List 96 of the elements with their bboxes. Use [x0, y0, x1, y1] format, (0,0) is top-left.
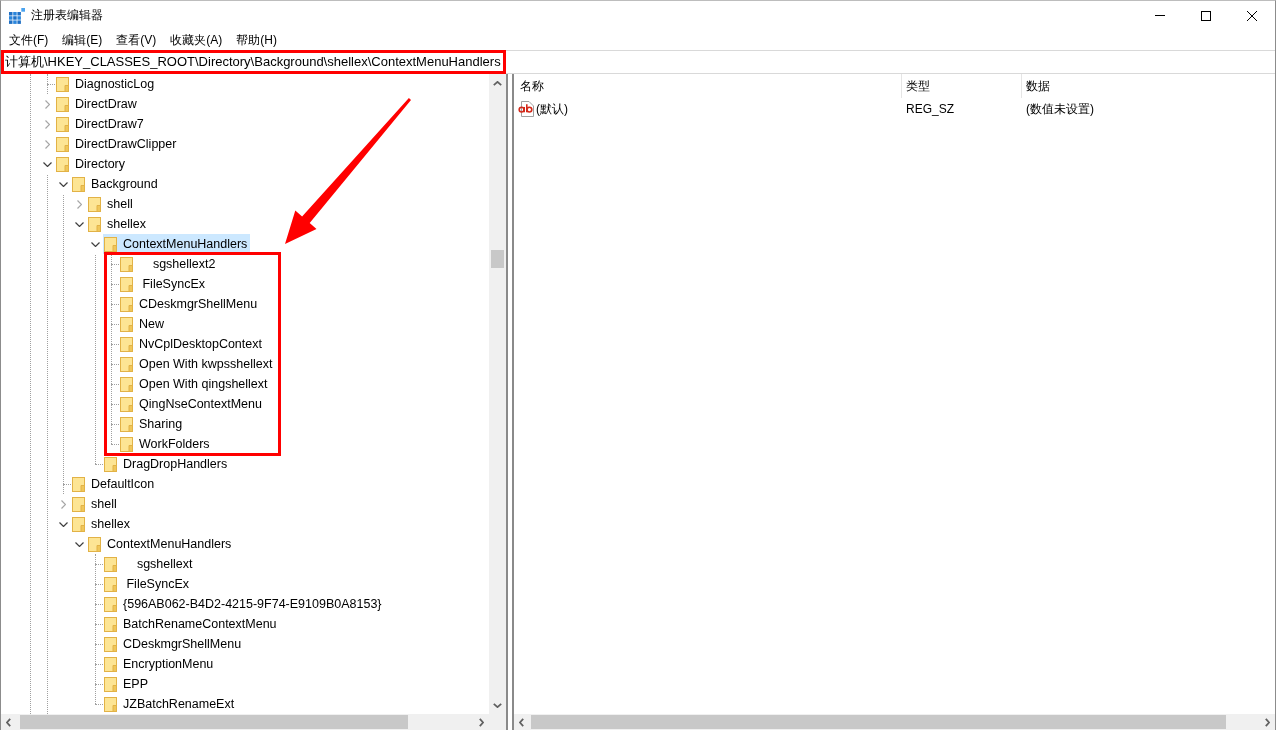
tree-item[interactable]: {596AB062-B4D2-4215-9F74-E9109B0A8153}	[103, 594, 385, 614]
folder-icon	[120, 296, 133, 312]
tree-item[interactable]: FileSyncEx	[103, 574, 192, 594]
menu-item[interactable]: 查看(V)	[109, 30, 164, 50]
chevron-down-icon[interactable]	[58, 181, 68, 187]
menu-item[interactable]: 帮助(H)	[229, 30, 284, 50]
tree-item[interactable]: shell	[87, 194, 136, 214]
folder-icon	[120, 416, 133, 432]
app-icon	[9, 7, 25, 24]
tree-item[interactable]: DirectDraw	[55, 94, 140, 114]
close-icon	[1247, 10, 1257, 21]
tree-item[interactable]: Open With kwpsshellext	[119, 354, 276, 374]
folder-icon	[88, 196, 101, 212]
tree-item[interactable]: ContextMenuHandlers	[87, 534, 235, 554]
folder-icon	[56, 116, 69, 132]
tree-item[interactable]: WorkFolders	[119, 434, 213, 454]
folder-icon	[104, 656, 117, 672]
tree-item[interactable]: Directory	[55, 154, 128, 174]
folder-icon	[104, 576, 117, 592]
chevron-left-icon[interactable]	[6, 717, 11, 727]
folder-icon	[120, 336, 133, 352]
horizontal-scrollbar[interactable]	[1, 714, 489, 730]
folder-icon	[120, 376, 133, 392]
folder-icon	[72, 176, 85, 192]
tree-item[interactable]: Background	[71, 174, 161, 194]
table-cell-text: (数值未设置)	[1025, 101, 1094, 117]
folder-icon	[72, 496, 85, 512]
tree-item[interactable]: shellex	[87, 214, 149, 234]
vertical-scrollbar[interactable]	[489, 74, 506, 730]
folder-icon	[120, 256, 133, 272]
folder-icon	[104, 596, 117, 612]
scrollbar-thumb[interactable]	[491, 250, 504, 268]
scrollbar-thumb[interactable]	[20, 715, 408, 729]
tree-item[interactable]: DragDropHandlers	[103, 454, 231, 474]
tree-item[interactable]: JZBatchRenameExt	[103, 694, 238, 714]
folder-icon	[88, 216, 101, 232]
tree-item[interactable]: shell	[71, 494, 120, 514]
tree-item[interactable]: EncryptionMenu	[103, 654, 217, 674]
chevron-up-icon[interactable]	[493, 81, 502, 86]
tree-item[interactable]: sgshellext2	[119, 254, 219, 274]
folder-icon	[120, 276, 133, 292]
folder-icon	[104, 236, 117, 252]
chevron-down-icon[interactable]	[74, 221, 84, 227]
chevron-down-icon[interactable]	[90, 241, 100, 247]
horizontal-scrollbar[interactable]	[514, 714, 1275, 730]
folder-icon	[104, 456, 117, 472]
tree-item[interactable]: CDeskmgrShellMenu	[103, 634, 245, 654]
tree-item[interactable]: EPP	[103, 674, 151, 694]
folder-icon	[104, 636, 117, 652]
menu-item[interactable]: 编辑(E)	[55, 30, 110, 50]
folder-icon	[56, 76, 69, 92]
tree-item[interactable]: shellex	[71, 514, 133, 534]
menu-item[interactable]: 文件(F)	[2, 30, 56, 50]
folder-icon	[104, 616, 117, 632]
table-cell-text: REG_SZ	[905, 101, 955, 117]
folder-icon	[72, 516, 85, 532]
tree-item[interactable]: DirectDrawClipper	[55, 134, 180, 154]
chevron-down-icon[interactable]	[42, 161, 52, 167]
tree-item[interactable]: DefaultIcon	[71, 474, 158, 494]
tree-item[interactable]: FileSyncEx	[119, 274, 208, 294]
tree-item[interactable]: QingNseContextMenu	[119, 394, 265, 414]
tree-item[interactable]: DirectDraw7	[55, 114, 147, 134]
minimize-icon	[1155, 15, 1165, 16]
folder-icon	[104, 556, 117, 572]
tree-item[interactable]: Open With qingshellext	[119, 374, 271, 394]
folder-icon	[56, 156, 69, 172]
folder-icon	[120, 316, 133, 332]
folder-icon	[88, 536, 101, 552]
folder-icon	[104, 676, 117, 692]
tree-item[interactable]: DiagnosticLog	[55, 74, 158, 94]
chevron-down-icon[interactable]	[493, 703, 502, 708]
folder-icon	[72, 476, 85, 492]
maximize-icon	[1201, 10, 1211, 21]
folder-icon	[120, 396, 133, 412]
table-cell: (默认)	[536, 101, 568, 117]
tree-item[interactable]: Sharing	[119, 414, 186, 434]
scrollbar-thumb[interactable]	[531, 715, 1226, 729]
tree-item[interactable]: New	[119, 314, 167, 334]
folder-icon	[120, 436, 133, 452]
tree-item[interactable]: NvCplDesktopContext	[119, 334, 265, 354]
tree-item[interactable]: ContextMenuHandlers	[103, 234, 251, 254]
window-title: 注册表编辑器	[31, 8, 103, 23]
folder-icon	[104, 696, 117, 712]
chevron-right-icon[interactable]	[1265, 717, 1270, 727]
chevron-down-icon[interactable]	[74, 541, 84, 547]
tree-item[interactable]: sgshellext	[103, 554, 196, 574]
chevron-left-icon[interactable]	[519, 717, 524, 727]
folder-icon	[120, 356, 133, 372]
chevron-down-icon[interactable]	[58, 521, 68, 527]
tree-item[interactable]: BatchRenameContextMenu	[103, 614, 280, 634]
folder-icon	[56, 96, 69, 112]
string-value-icon	[518, 101, 534, 117]
chevron-right-icon[interactable]	[479, 717, 484, 727]
folder-icon	[56, 136, 69, 152]
menu-item[interactable]: 收藏夹(A)	[163, 30, 230, 50]
tree-item[interactable]: CDeskmgrShellMenu	[119, 294, 261, 314]
